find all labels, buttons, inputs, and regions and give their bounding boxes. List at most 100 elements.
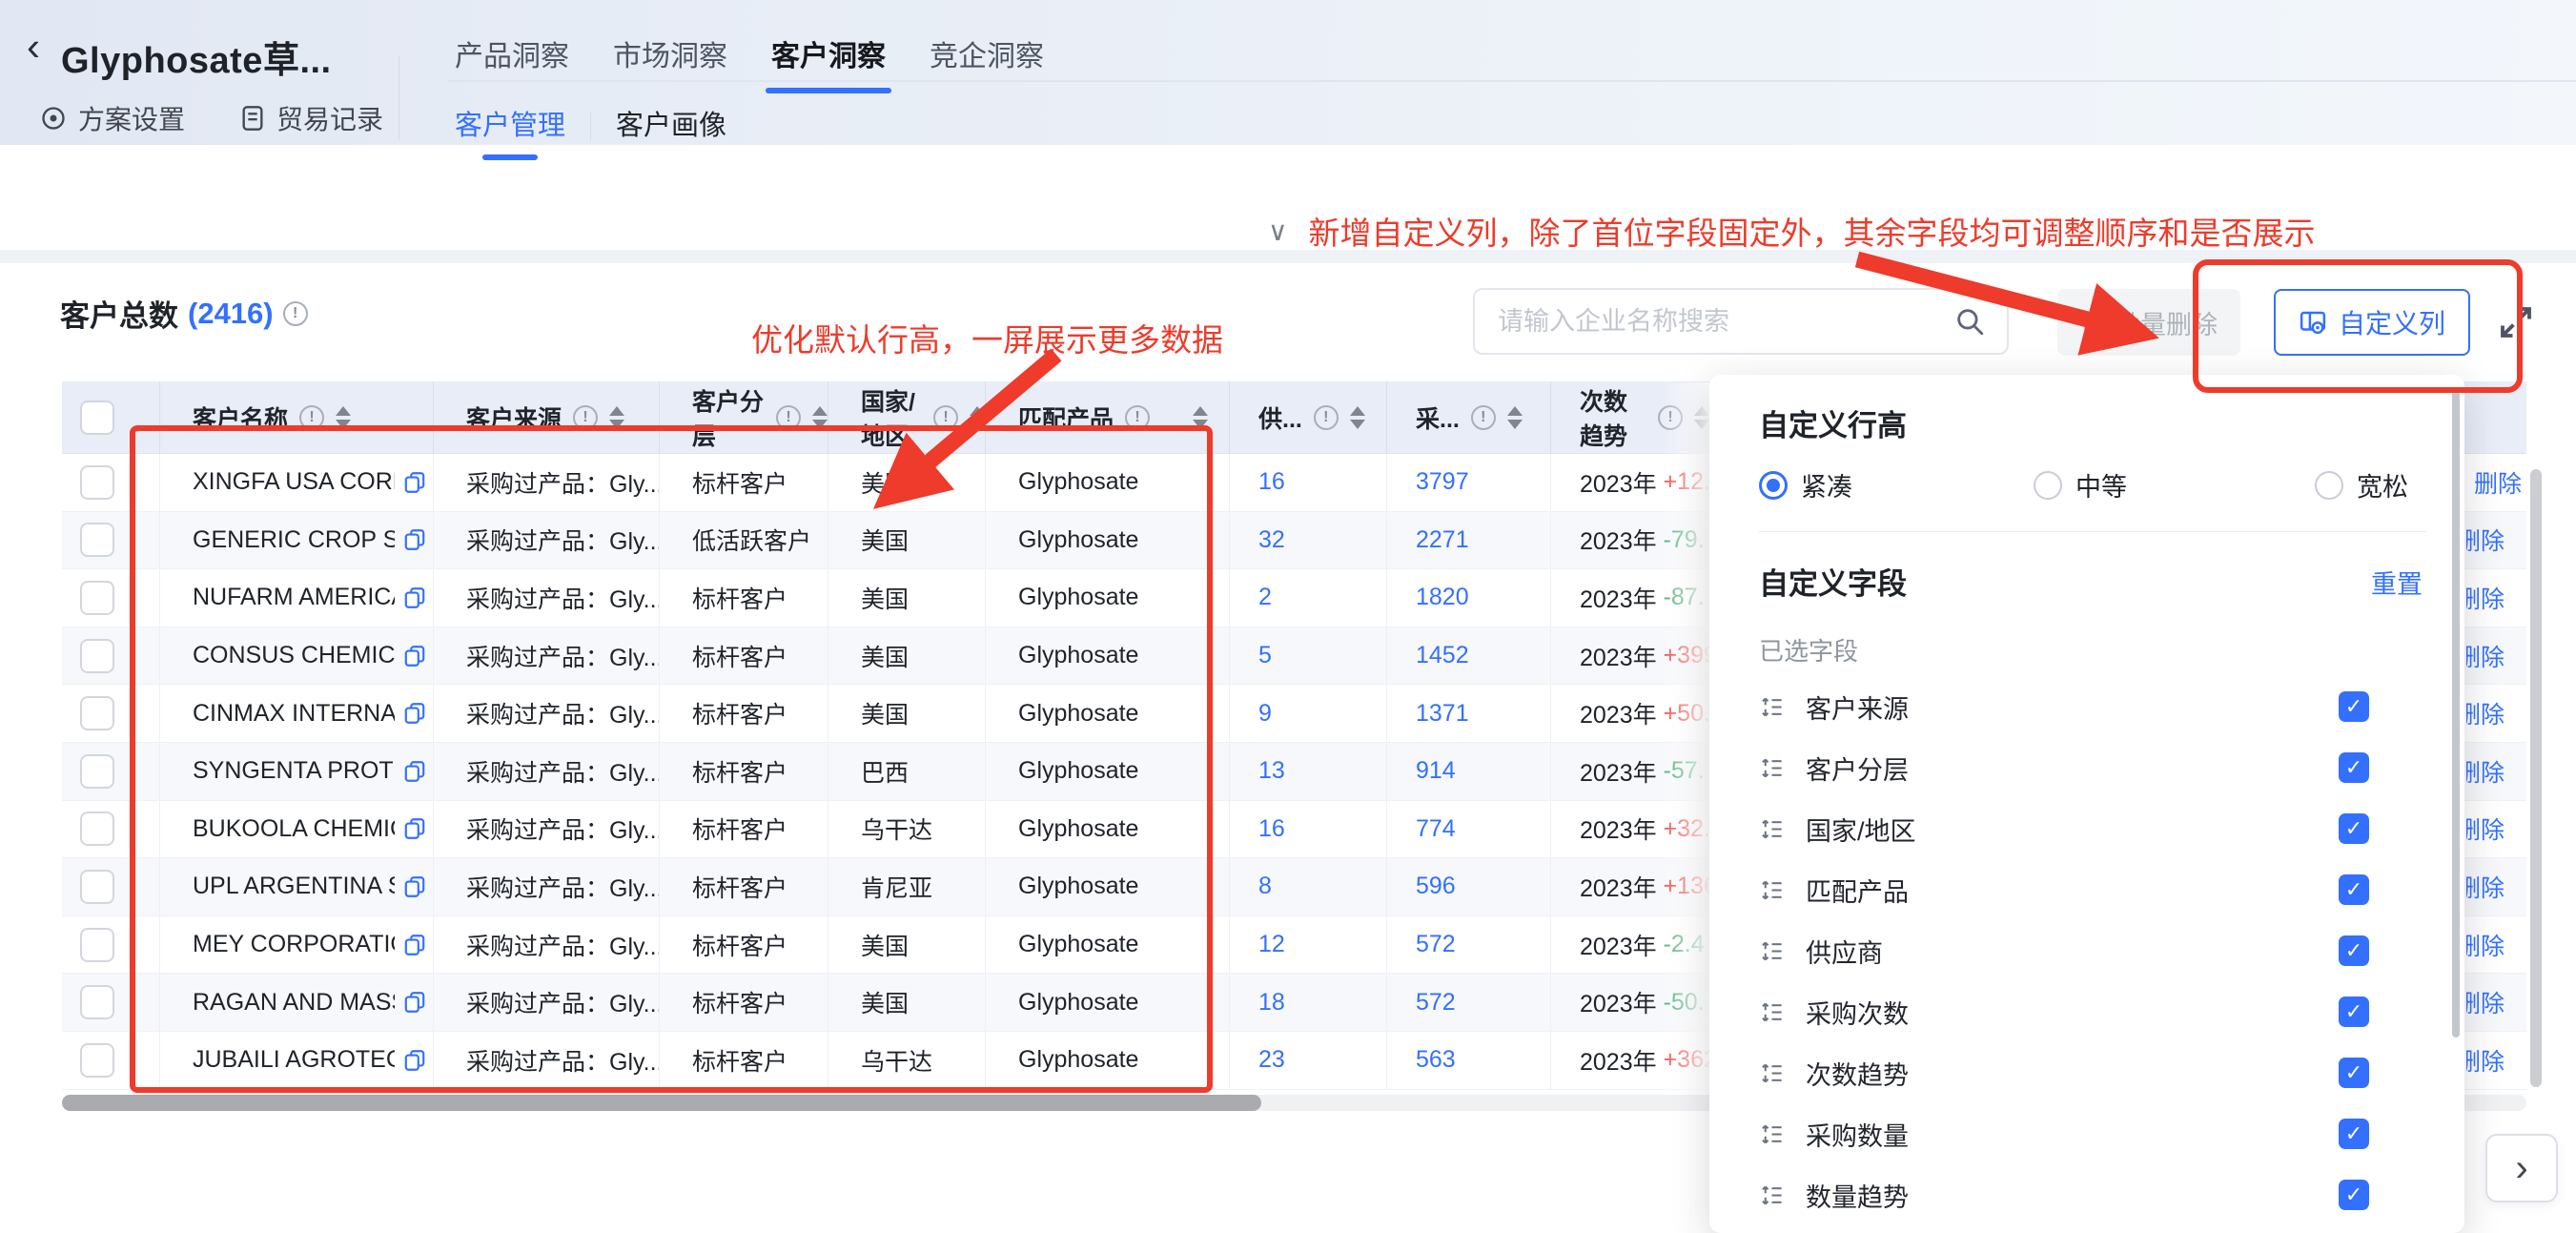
field-checkbox[interactable] xyxy=(2339,874,2369,905)
field-checkbox[interactable] xyxy=(2339,813,2369,844)
info-icon[interactable] xyxy=(573,405,598,430)
customer-name[interactable]: SYNGENTA PROTEC xyxy=(193,757,395,785)
delete-link[interactable]: 删除 xyxy=(2466,523,2504,557)
drag-handle-icon[interactable] xyxy=(1759,1182,1785,1208)
next-page-button[interactable]: › xyxy=(2485,1134,2558,1202)
row-checkbox[interactable] xyxy=(80,870,114,904)
purchases-count-link[interactable]: 914 xyxy=(1416,757,1456,785)
delete-link[interactable]: 删除 xyxy=(2466,581,2504,615)
top-tab[interactable]: 竞企洞察 xyxy=(930,32,1044,92)
chevron-down-icon[interactable]: ∨ xyxy=(1268,216,1288,247)
field-checkbox[interactable] xyxy=(2339,997,2369,1027)
copy-icon[interactable] xyxy=(402,527,427,552)
column-header[interactable]: 客户分层 xyxy=(660,381,828,453)
suppliers-count-link[interactable]: 9 xyxy=(1258,700,1272,728)
sort-icon[interactable] xyxy=(970,406,985,429)
suppliers-count-link[interactable]: 16 xyxy=(1258,815,1285,843)
drag-handle-icon[interactable] xyxy=(1759,877,1785,903)
drag-handle-icon[interactable] xyxy=(1759,938,1785,964)
row-height-option[interactable]: 紧凑 xyxy=(1759,466,1852,503)
copy-icon[interactable] xyxy=(402,759,427,784)
suppliers-count-link[interactable]: 5 xyxy=(1258,642,1272,669)
info-icon[interactable] xyxy=(299,405,324,430)
sort-icon[interactable] xyxy=(609,406,624,429)
customer-name[interactable]: XINGFA USA CORPO xyxy=(193,468,395,496)
horizontal-scrollbar-thumb[interactable] xyxy=(62,1095,1261,1111)
reset-button[interactable]: 重置 xyxy=(2371,564,2423,601)
top-tab[interactable]: 客户洞察 xyxy=(771,32,886,92)
purchases-count-link[interactable]: 774 xyxy=(1416,815,1456,843)
suppliers-count-link[interactable]: 16 xyxy=(1258,468,1285,496)
field-checkbox[interactable] xyxy=(2339,1119,2369,1149)
quick-link-trade-records[interactable]: 贸易记录 xyxy=(240,99,383,137)
row-checkbox[interactable] xyxy=(80,928,114,962)
delete-link[interactable]: 删除 xyxy=(2466,1043,2504,1078)
row-checkbox[interactable] xyxy=(80,581,114,615)
panel-scrollbar[interactable] xyxy=(2452,391,2460,1038)
copy-icon[interactable] xyxy=(402,1048,427,1073)
column-header[interactable]: 匹配产品 xyxy=(986,381,1230,453)
row-checkbox[interactable] xyxy=(80,812,114,846)
field-checkbox[interactable] xyxy=(2339,752,2369,783)
delete-link[interactable]: 删除 xyxy=(2466,812,2504,846)
sort-icon[interactable] xyxy=(336,406,351,429)
copy-icon[interactable] xyxy=(402,874,427,899)
customer-name[interactable]: NUFARM AMERICAS, xyxy=(193,584,395,611)
sort-icon[interactable] xyxy=(1507,406,1523,429)
fullscreen-icon[interactable] xyxy=(2496,302,2536,342)
column-header[interactable]: 国家/地区 xyxy=(828,381,986,453)
copy-icon[interactable] xyxy=(402,701,427,726)
suppliers-count-link[interactable]: 23 xyxy=(1258,1046,1285,1074)
copy-icon[interactable] xyxy=(402,644,427,668)
info-icon[interactable] xyxy=(1125,405,1150,430)
row-height-option[interactable]: 宽松 xyxy=(2315,466,2408,503)
column-header[interactable]: 客户名称 xyxy=(160,381,434,453)
top-tab[interactable]: 产品洞察 xyxy=(455,32,569,92)
purchases-count-link[interactable]: 1452 xyxy=(1416,642,1469,669)
copy-icon[interactable] xyxy=(402,586,427,610)
delete-link[interactable]: 删除 xyxy=(2466,928,2504,962)
drag-handle-icon[interactable] xyxy=(1759,1060,1785,1086)
delete-link[interactable]: 删除 xyxy=(2466,696,2504,730)
customize-columns-button[interactable]: 自定义列 xyxy=(2274,289,2470,356)
vertical-scrollbar[interactable] xyxy=(2530,469,2542,1087)
sort-icon[interactable] xyxy=(812,406,828,429)
search-input[interactable] xyxy=(1496,306,1953,338)
drag-handle-icon[interactable] xyxy=(1759,755,1785,781)
suppliers-count-link[interactable]: 32 xyxy=(1258,526,1285,554)
sort-icon[interactable] xyxy=(1193,406,1208,429)
sub-tab[interactable]: 客户管理 xyxy=(455,103,565,162)
search-icon[interactable] xyxy=(1953,305,1986,338)
row-checkbox[interactable] xyxy=(80,1043,114,1078)
customer-name[interactable]: JUBAILI AGROTEC LI xyxy=(193,1046,395,1074)
field-checkbox[interactable] xyxy=(2339,1058,2369,1088)
row-checkbox[interactable] xyxy=(80,754,114,789)
quick-link-scheme-settings[interactable]: 方案设置 xyxy=(40,99,185,137)
row-checkbox[interactable] xyxy=(80,696,114,730)
purchases-count-link[interactable]: 563 xyxy=(1416,1046,1456,1074)
customer-name[interactable]: UPL ARGENTINA S. xyxy=(193,873,395,900)
sub-tab[interactable]: 客户画像 xyxy=(616,103,726,162)
customer-name[interactable]: BUKOOLA CHEMICA xyxy=(193,815,395,843)
delete-link[interactable]: 删除 xyxy=(2474,465,2522,500)
row-checkbox[interactable] xyxy=(80,523,114,557)
info-icon[interactable] xyxy=(1471,405,1496,430)
row-height-option[interactable]: 中等 xyxy=(2034,466,2127,503)
sort-icon[interactable] xyxy=(1350,406,1365,429)
suppliers-count-link[interactable]: 18 xyxy=(1258,989,1285,1017)
column-header[interactable]: 客户来源 xyxy=(434,381,660,453)
purchases-count-link[interactable]: 1820 xyxy=(1416,584,1469,611)
purchases-count-link[interactable]: 596 xyxy=(1416,873,1456,900)
back-icon[interactable]: ‹ xyxy=(27,27,40,67)
purchases-count-link[interactable]: 3797 xyxy=(1416,468,1469,496)
drag-handle-icon[interactable] xyxy=(1759,694,1785,720)
suppliers-count-link[interactable]: 2 xyxy=(1258,584,1272,611)
info-icon[interactable] xyxy=(933,405,958,430)
purchases-count-link[interactable]: 2271 xyxy=(1416,526,1469,554)
purchases-count-link[interactable]: 572 xyxy=(1416,989,1456,1017)
delete-link[interactable]: 删除 xyxy=(2466,639,2504,673)
copy-icon[interactable] xyxy=(402,816,427,841)
row-checkbox[interactable] xyxy=(80,465,114,500)
suppliers-count-link[interactable]: 12 xyxy=(1258,931,1285,958)
batch-delete-button[interactable]: 批量删除 xyxy=(2057,289,2240,356)
